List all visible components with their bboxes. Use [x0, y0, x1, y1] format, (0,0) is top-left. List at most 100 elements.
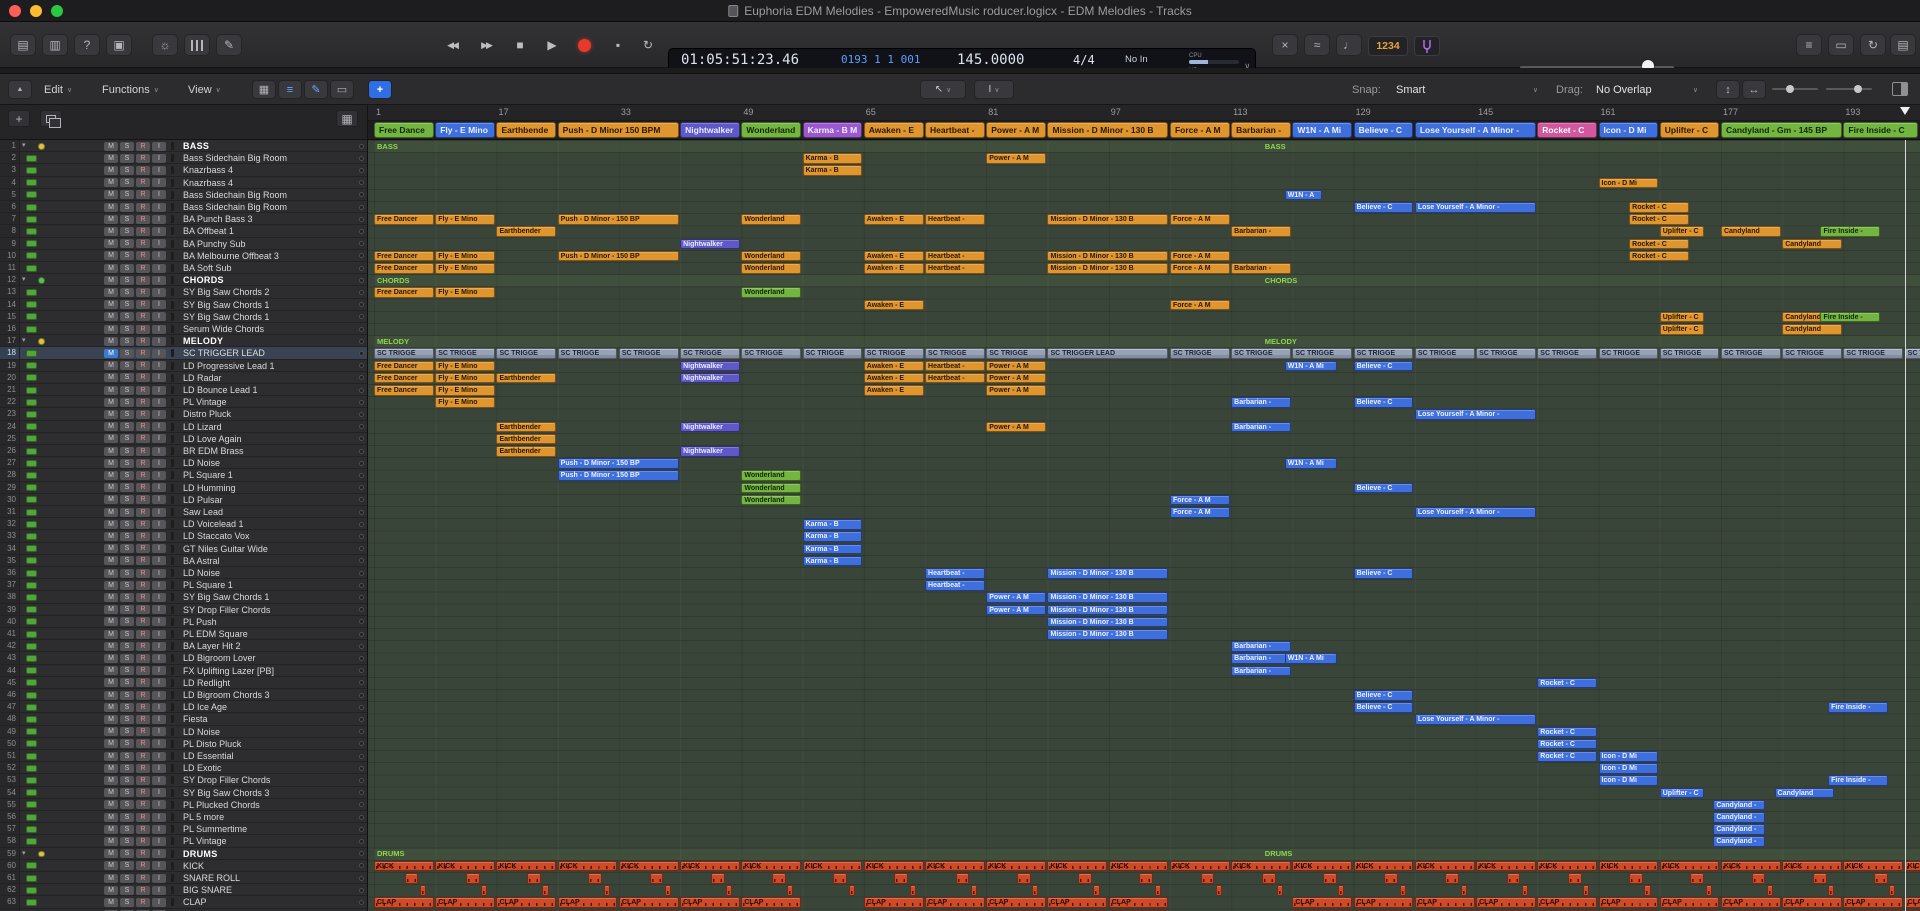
input-monitor-button[interactable]: I [152, 873, 166, 883]
arrangement-marker[interactable]: W1N - A Mi [1292, 122, 1353, 138]
record-enable-button[interactable]: R [136, 348, 150, 358]
mute-button[interactable]: M [104, 287, 118, 297]
region-clip[interactable]: SC TRIGGE [1904, 348, 1920, 359]
region-clip[interactable] [603, 885, 610, 896]
region-clip[interactable] [465, 873, 480, 884]
input-monitor-button[interactable]: I [152, 556, 166, 566]
mute-button[interactable]: M [104, 739, 118, 749]
mute-button[interactable]: M [104, 397, 118, 407]
track-row[interactable]: 21 M S R I LD Bounce Lead 1 [0, 384, 367, 397]
mute-button[interactable]: M [104, 702, 118, 712]
region-clip[interactable]: CLAP [1476, 897, 1536, 908]
solo-button[interactable]: S [120, 531, 134, 541]
region-clip[interactable]: KICK [1414, 860, 1475, 872]
record-enable-button[interactable]: R [136, 141, 150, 151]
mute-button[interactable]: M [104, 861, 118, 871]
minimize-window-button[interactable] [30, 4, 42, 17]
region-clip[interactable] [1521, 885, 1529, 896]
solo-button[interactable]: S [120, 653, 134, 663]
region-clip[interactable] [848, 885, 855, 896]
snap-dropdown[interactable]: Smart ∨ [1392, 80, 1542, 99]
region-clip[interactable]: Push - D Minor - 150 BP [557, 250, 679, 262]
track-row[interactable]: 45 M S R I LD Redlight [0, 676, 367, 689]
input-monitor-button[interactable]: I [152, 336, 166, 346]
track-row[interactable]: 33 M S R I LD Staccato Vox [0, 530, 367, 543]
region-clip[interactable]: Heartbeat - [925, 372, 985, 384]
track-row[interactable]: 14 M S R I SY Big Saw Chords 1 [0, 298, 367, 311]
region-clip[interactable]: Force - A M [1169, 263, 1230, 274]
region-clip[interactable]: SC TRIGGE [986, 348, 1046, 359]
region-clip[interactable] [909, 885, 916, 896]
region-clip[interactable] [1751, 873, 1766, 884]
solo-button[interactable]: S [120, 226, 134, 236]
input-monitor-button[interactable]: I [152, 763, 166, 773]
region-clip[interactable]: Karma - B [802, 543, 863, 555]
input-monitor-button[interactable]: I [152, 483, 166, 493]
record-enable-button[interactable]: R [136, 836, 150, 846]
track-row[interactable]: 22 M S R I PL Vintage [0, 396, 367, 409]
region-clip[interactable]: Awaken - E [863, 360, 924, 372]
mute-button[interactable]: M [104, 849, 118, 859]
region-clip[interactable]: CLAP [435, 897, 495, 908]
region-clip[interactable]: Fly - E Mino [435, 214, 495, 225]
region-clip[interactable]: Force - A M [1169, 214, 1230, 225]
mute-button[interactable]: M [104, 251, 118, 261]
track-row[interactable]: 15 M S R I SY Big Saw Chords 1 [0, 310, 367, 323]
region-clip[interactable] [955, 873, 970, 884]
region-clip[interactable]: W1N - A Mi [1284, 458, 1337, 469]
track-row[interactable]: 36 M S R I LD Noise [0, 567, 367, 580]
solo-button[interactable]: S [120, 775, 134, 785]
region-clip[interactable]: SC TRIGGE [1169, 348, 1230, 359]
record-enable-button[interactable]: R [136, 458, 150, 468]
mute-button[interactable]: M [104, 897, 118, 907]
track-row[interactable]: 56 M S R I PL 5 more [0, 811, 367, 824]
region-inspector-button[interactable]: ≡ [278, 80, 302, 99]
play-button[interactable]: ▶ [538, 35, 566, 55]
stop-button[interactable]: ■ [506, 35, 534, 55]
record-enable-button[interactable]: R [136, 275, 150, 285]
solo-button[interactable]: S [120, 202, 134, 212]
region-clip[interactable]: KICK [1537, 860, 1598, 872]
input-monitor-button[interactable]: I [152, 629, 166, 639]
record-enable-button[interactable]: R [136, 788, 150, 798]
arrangement-marker[interactable]: Barbarian - [1231, 122, 1291, 138]
region-clip[interactable]: Uplifter - C [1659, 324, 1705, 335]
region-clip[interactable]: CLAP [1353, 897, 1414, 908]
input-monitor-button[interactable]: I [152, 714, 166, 724]
region-clip[interactable]: KICK [1904, 860, 1920, 872]
region-clip[interactable]: Lose Yourself - A Minor - [1414, 409, 1536, 420]
region-clip[interactable]: Awaken - E [863, 214, 924, 225]
zoom-window-button[interactable] [51, 4, 63, 17]
playhead[interactable] [1904, 140, 1907, 911]
region-clip[interactable]: Nightwalker [680, 421, 740, 433]
region-clip[interactable]: Free Dancer [374, 287, 434, 298]
mute-button[interactable]: M [104, 641, 118, 651]
region-clip[interactable]: SC TRIGGE [1537, 348, 1598, 359]
region-clip[interactable]: KICK [1782, 860, 1842, 872]
track-row[interactable]: 43 M S R I LD Bigroom Lover [0, 652, 367, 665]
region-clip[interactable]: W1N - A Mi [1284, 360, 1337, 372]
mute-button[interactable]: M [104, 592, 118, 602]
region-clip[interactable]: Mission - D Minor - 130 B [1047, 616, 1169, 628]
region-clip[interactable]: Believe - C [1353, 702, 1414, 713]
region-clip[interactable] [1032, 885, 1039, 896]
mute-button[interactable]: M [104, 678, 118, 688]
region-clip[interactable]: SC TRIGGE [741, 348, 802, 359]
lcd-time[interactable]: 01:05:51:23.46 [681, 52, 831, 68]
track-row[interactable]: 55 M S R I PL Plucked Chords [0, 798, 367, 811]
mute-button[interactable]: M [104, 324, 118, 334]
solo-button[interactable]: S [120, 446, 134, 456]
drag-dropdown[interactable]: No Overlap ∨ [1592, 80, 1702, 99]
track-zoom-knob[interactable] [1854, 85, 1862, 93]
input-monitor-button[interactable]: I [152, 507, 166, 517]
region-clip[interactable] [1629, 873, 1643, 884]
region-clip[interactable]: CLAP [557, 897, 618, 908]
region-clip[interactable]: Heartbeat - [925, 568, 985, 579]
region-clip[interactable]: Heartbeat - [925, 580, 985, 591]
track-zoom-slider[interactable] [1826, 85, 1872, 93]
record-enable-button[interactable]: R [136, 544, 150, 554]
track-row[interactable]: 48 M S R I Fiesta [0, 713, 367, 726]
region-clip[interactable]: CLAP [618, 897, 679, 908]
track-row[interactable]: 60 M S R I KICK [0, 859, 367, 872]
region-clip[interactable]: Power - A M [986, 153, 1046, 164]
